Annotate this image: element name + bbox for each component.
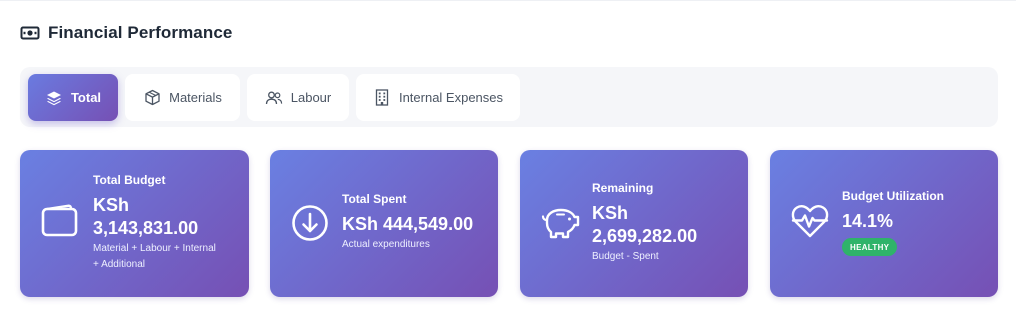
tab-labour[interactable]: Labour <box>247 74 349 121</box>
card-label: Budget Utilization <box>842 189 944 203</box>
layers-icon <box>45 89 63 107</box>
card-note: Material + Labour + Internal <box>93 243 216 254</box>
card-note: Budget - Spent <box>592 251 659 262</box>
wallet-icon <box>41 204 79 243</box>
heart-pulse-icon <box>790 203 830 244</box>
category-tabs: Total Materials Labour Internal Expenses <box>20 67 998 127</box>
tab-label: Total <box>70 90 102 105</box>
section-header: Financial Performance <box>20 21 232 45</box>
users-icon <box>265 89 283 107</box>
card-note: Actual expenditures <box>342 239 430 250</box>
card-label: Remaining <box>592 181 654 195</box>
financial-performance-panel: Financial Performance Total Materials La… <box>0 0 1016 317</box>
budget-utilization-card: Budget Utilization 14.1% HEALTHY <box>770 150 998 297</box>
card-value-amount: 2,699,282.00 <box>592 226 698 246</box>
tab-internal-expenses[interactable]: Internal Expenses <box>356 74 520 121</box>
tab-materials[interactable]: Materials <box>125 74 240 121</box>
total-spent-card: Total Spent KSh 444,549.00 Actual expend… <box>270 150 498 297</box>
tab-total[interactable]: Total <box>28 74 118 121</box>
card-value: 14.1% <box>842 211 894 231</box>
arrow-down-circle-icon <box>291 204 329 247</box>
card-note-continued: + Additional <box>93 259 145 270</box>
total-budget-card: Total Budget KSh 3,143,831.00 Material +… <box>20 150 249 297</box>
tab-label: Materials <box>169 90 222 105</box>
status-badge: HEALTHY <box>842 238 898 256</box>
money-bill-icon <box>20 23 40 43</box>
card-label: Total Budget <box>93 173 166 187</box>
building-icon <box>373 89 391 107</box>
tab-label: Labour <box>290 90 332 105</box>
piggy-bank-icon <box>541 206 581 245</box>
tab-label: Internal Expenses <box>398 90 504 105</box>
card-value-amount: 3,143,831.00 <box>93 218 199 238</box>
card-label: Total Spent <box>342 192 407 206</box>
card-value: KSh 444,549.00 <box>342 214 474 234</box>
page-title: Financial Performance <box>48 23 233 42</box>
card-value-currency: KSh <box>93 195 129 215</box>
card-value-currency: KSh <box>592 203 628 223</box>
box-icon <box>143 89 161 107</box>
remaining-card: Remaining KSh 2,699,282.00 Budget - Spen… <box>520 150 748 297</box>
